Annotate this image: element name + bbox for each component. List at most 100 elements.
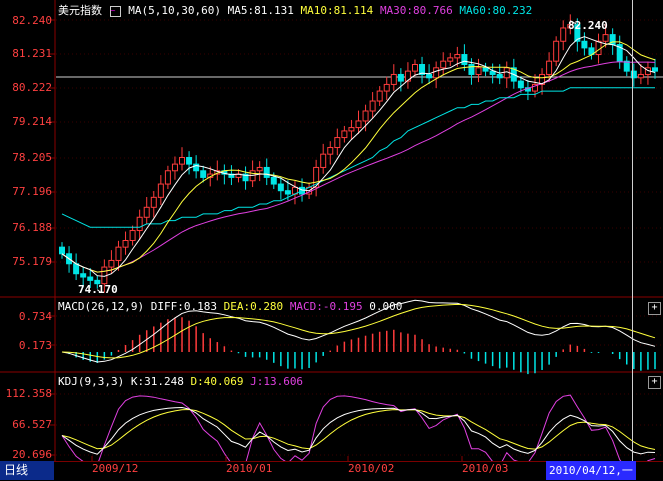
- candle-body: [129, 230, 136, 242]
- candle-body: [80, 273, 87, 278]
- y-tick: 76.188: [12, 221, 52, 234]
- macd-params: MACD(26,12,9): [58, 300, 145, 313]
- main-legend: 美元指数 ~ MA(5,10,30,60) MA5:81.131 MA10:81…: [58, 2, 532, 18]
- instrument-name: 美元指数: [58, 4, 102, 17]
- candle-body: [390, 73, 397, 85]
- candle-body: [454, 54, 461, 59]
- candle-body: [440, 60, 447, 69]
- candle-body: [383, 83, 390, 92]
- x-tick: 2010/01: [226, 462, 273, 475]
- high-marker-label: 82.240: [568, 19, 608, 32]
- candle-body: [362, 110, 369, 122]
- period-tab-daily[interactable]: 日线: [0, 461, 54, 480]
- candle-body: [560, 27, 567, 42]
- y-tick: 0.173: [18, 339, 52, 352]
- ma30-value: MA30:80.766: [379, 4, 453, 17]
- y-tick: 20.696: [12, 448, 52, 461]
- candle-body: [115, 246, 122, 261]
- kdj-d-line: [61, 408, 656, 450]
- candle-body: [553, 40, 560, 62]
- candle-body: [602, 34, 609, 42]
- j-value: J:13.606: [250, 375, 304, 388]
- candle-body: [136, 216, 143, 232]
- ma-params: MA(5,10,30,60): [128, 4, 221, 17]
- candle-body: [87, 276, 94, 281]
- candle-body: [108, 259, 115, 268]
- cursor-date-readout: 2010/04/12,一: [546, 461, 636, 480]
- candle-body: [73, 263, 80, 275]
- candle-body: [397, 73, 404, 82]
- candle-body: [595, 40, 602, 56]
- candle-body: [171, 163, 178, 172]
- y-tick: 75.179: [12, 255, 52, 268]
- candle-body: [426, 73, 433, 79]
- candle-body: [341, 130, 348, 139]
- dea-value: DEA:0.280: [223, 300, 284, 313]
- y-tick: 81.231: [12, 47, 52, 60]
- y-tick: 78.205: [12, 151, 52, 164]
- candle-body: [468, 64, 475, 75]
- candle-body: [496, 73, 503, 79]
- ma10-line: [61, 41, 656, 273]
- kdj-legend: KDJ(9,3,3) K:31.248 D:40.069 J:13.606: [58, 375, 303, 388]
- candle-body: [200, 170, 207, 178]
- candle-body: [277, 183, 284, 192]
- candle-body: [376, 90, 383, 102]
- y-tick: 82.240: [12, 14, 52, 27]
- ma10-value: MA10:81.114: [300, 4, 374, 17]
- candle-body: [447, 57, 454, 62]
- candle-body: [411, 64, 418, 72]
- candle-body: [186, 156, 193, 165]
- ma5-value: MA5:81.131: [227, 4, 294, 17]
- candle-body: [179, 156, 186, 165]
- candle-body: [355, 120, 362, 129]
- x-tick: 2010/02: [348, 462, 395, 475]
- ma-toggle-icon[interactable]: ~: [109, 5, 121, 17]
- x-tick: 2009/12: [92, 462, 139, 475]
- candle-body: [122, 240, 129, 248]
- candle-body: [143, 206, 150, 218]
- y-tick: 112.358: [5, 387, 52, 400]
- d-value: D:40.069: [190, 375, 244, 388]
- kdj-pane-add-button[interactable]: +: [648, 376, 661, 389]
- candle-body: [150, 196, 157, 208]
- y-tick: 80.222: [12, 81, 52, 94]
- kdj-params: KDJ(9,3,3): [58, 375, 125, 388]
- macd-zero: 0.000: [369, 300, 403, 313]
- candle-body: [369, 100, 376, 112]
- candle-body: [164, 170, 171, 185]
- ma30-line: [61, 61, 656, 273]
- macd-legend: MACD(26,12,9) DIFF:0.183 DEA:0.280 MACD:…: [58, 300, 402, 313]
- k-value: K:31.248: [130, 375, 184, 388]
- low-marker-label: 74.170: [78, 283, 118, 296]
- candle-body: [334, 137, 341, 149]
- chart-canvas[interactable]: [0, 0, 663, 461]
- kdj-k-line: [61, 406, 656, 455]
- candle-body: [475, 67, 482, 75]
- y-tick: 66.527: [12, 418, 52, 431]
- macd-pane-add-button[interactable]: +: [648, 302, 661, 315]
- candle-body: [433, 67, 440, 79]
- candle-body: [327, 147, 334, 155]
- candle-body: [320, 153, 327, 168]
- candle-body: [461, 54, 468, 66]
- ma60-value: MA60:80.232: [459, 4, 533, 17]
- stock-chart-window: { "main": { "name": "美元指数", "ma_legend":…: [0, 0, 663, 481]
- candle-body: [263, 166, 270, 178]
- candle-body: [517, 80, 524, 89]
- candle-body: [637, 73, 644, 79]
- crosshair-vertical-line: [632, 0, 633, 461]
- candle-body: [59, 246, 65, 255]
- y-tick: 79.214: [12, 115, 52, 128]
- x-tick: 2010/03: [462, 462, 509, 475]
- candle-body: [256, 166, 263, 172]
- candle-body: [284, 190, 291, 195]
- candle-body: [652, 67, 658, 72]
- candle-body: [348, 127, 355, 132]
- candle-body: [623, 60, 630, 72]
- ma5-line: [61, 36, 656, 277]
- candle-body: [270, 176, 277, 185]
- candle-body: [157, 183, 164, 198]
- y-tick: 0.734: [18, 310, 52, 323]
- y-tick: 77.196: [12, 185, 52, 198]
